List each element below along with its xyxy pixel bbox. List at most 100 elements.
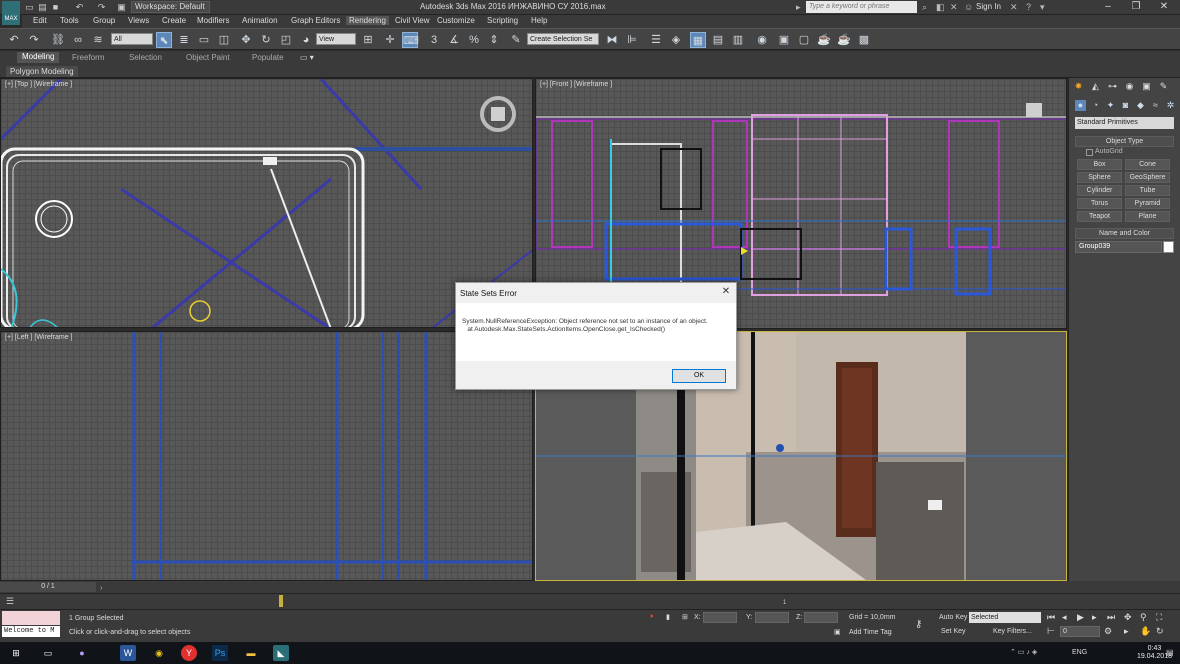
select-manipulate-icon[interactable]: ✛ [382,32,398,48]
rect-selection-icon[interactable]: ▭ [196,32,212,48]
tab-populate[interactable]: Populate [252,53,284,62]
add-time-tag[interactable]: Add Time Tag [849,629,892,636]
menu-rendering[interactable]: Rendering [346,16,389,25]
tray-icons[interactable]: ⌃ ▭ ♪ ◈ [1010,648,1037,656]
go-to-start-icon[interactable]: ⏮ [1047,612,1055,623]
help-dropdown-icon[interactable]: ▾ [1040,2,1045,13]
close-icon[interactable]: ✕ [1150,0,1178,14]
cylinder-button[interactable]: Cylinder [1077,185,1122,196]
undo-icon[interactable]: ↶ [74,2,85,13]
maxscript-mini-listener[interactable]: Welcome to M [2,626,60,637]
help-icon[interactable]: ? [1026,2,1031,12]
edit-named-sel-icon[interactable]: ✎ [508,32,524,48]
maxscript-listener-output[interactable] [2,611,60,625]
torus-button[interactable]: Torus [1077,198,1122,209]
yandex-browser-icon[interactable]: Y [181,645,197,661]
menu-scripting[interactable]: Scripting [487,16,518,25]
time-slider[interactable]: 0 / 1 [0,582,96,592]
new-file-icon[interactable]: ▭ [24,2,35,13]
time-tag-icon[interactable]: ▣ [834,628,841,636]
photoshop-icon[interactable]: Ps [212,645,228,661]
sphere-button[interactable]: Sphere [1077,172,1122,183]
go-to-end-icon[interactable]: ⏭ [1107,612,1115,623]
language-indicator[interactable]: ENG [1072,649,1087,656]
communication-icon[interactable]: ✕ [950,2,958,13]
object-type-rollout[interactable]: Object Type [1075,136,1174,147]
tab-modeling[interactable]: Modeling [17,52,60,63]
mini-curve-editor-icon[interactable]: ☰ [6,596,14,607]
primitive-type-dropdown[interactable]: Standard Primitives [1075,117,1174,129]
undo-icon[interactable]: ↶ [6,32,22,48]
bind-spacewarp-icon[interactable]: ≋ [90,32,106,48]
viewport-top-label[interactable]: [+] [Top ] [Wireframe ] [5,81,72,88]
subscription-icon[interactable]: ◧ [936,2,945,13]
viewport-left[interactable]: [+] [Left ] [Wireframe ] [0,331,533,581]
prev-frame-icon[interactable]: ◂ [1062,612,1067,623]
pivot-center-icon[interactable]: ⊞ [360,32,376,48]
menu-modifiers[interactable]: Modifiers [197,16,229,25]
link-icon[interactable]: ⛓ [50,32,66,48]
viewport-left-label[interactable]: [+] [Left ] [Wireframe ] [5,334,73,341]
redo-icon[interactable]: ↷ [96,2,107,13]
move-icon[interactable]: ✥ [238,32,254,48]
viewport-front-label[interactable]: [+] [Front ] [Wireframe ] [540,81,612,88]
app-purple-icon[interactable]: ● [74,645,90,661]
workspace-dropdown[interactable]: Workspace: Default [131,1,210,13]
absolute-mode-icon[interactable]: ⊞ [682,613,688,621]
menu-group[interactable]: Group [93,16,115,25]
plane-button[interactable]: Plane [1125,211,1170,222]
object-color-swatch[interactable] [1163,241,1174,253]
placement-icon[interactable]: ◕ [298,32,314,48]
rotate-icon[interactable]: ↻ [258,32,274,48]
tube-button[interactable]: Tube [1125,185,1170,196]
project-folder-icon[interactable]: ▣ [116,2,127,13]
cameras-icon[interactable]: ◙ [1120,100,1131,111]
close-icon[interactable]: ✕ [720,286,732,298]
file-explorer-icon[interactable]: ▬ [243,645,259,661]
angle-snap-icon[interactable]: ∡ [446,32,462,48]
isolate-selection-icon[interactable]: ♦ [650,613,654,620]
modify-tab-icon[interactable]: ◭ [1090,81,1101,92]
layer-explorer-icon[interactable]: ◈ [668,32,684,48]
spacewarps-icon[interactable]: ≈ [1150,100,1161,111]
menu-views[interactable]: Views [128,16,149,25]
ribbon-options-icon[interactable]: ▭ ▾ [300,53,314,62]
rendered-frame-icon[interactable]: ▢ [796,32,812,48]
zoom-icon[interactable]: ✥ [1124,612,1132,623]
teapot-button[interactable]: Teapot [1077,211,1122,222]
windows-start-icon[interactable]: ⊞ [8,645,24,661]
current-frame-field[interactable]: 0 [1060,626,1100,637]
helpers-icon[interactable]: ◆ [1135,100,1146,111]
orbit-icon[interactable]: ↻ [1156,626,1164,637]
schematic-view-icon[interactable]: ▥ [730,32,746,48]
display-tab-icon[interactable]: ▣ [1141,81,1152,92]
y-coord-field[interactable] [755,612,789,623]
play-icon[interactable]: ▶ [1077,612,1084,623]
user-icon[interactable]: ☺ [964,2,973,12]
tab-object-paint[interactable]: Object Paint [186,53,230,62]
named-selection-dropdown[interactable]: Create Selection Se [527,33,599,45]
selection-filter-dropdown[interactable]: All [111,33,153,45]
time-config-icon[interactable]: ⚙ [1104,626,1112,637]
motion-tab-icon[interactable]: ◉ [1124,81,1135,92]
percent-snap-icon[interactable]: % [466,32,482,48]
z-coord-field[interactable] [804,612,838,623]
utilities-tab-icon[interactable]: ✎ [1158,81,1169,92]
menu-graph-editors[interactable]: Graph Editors [291,16,340,25]
menu-edit[interactable]: Edit [33,16,47,25]
track-bar[interactable] [0,593,1180,609]
pyramid-button[interactable]: Pyramid [1125,198,1170,209]
tab-freeform[interactable]: Freeform [72,53,104,62]
redo-icon[interactable]: ↷ [26,32,42,48]
shapes-icon[interactable]: ◔ [1090,100,1101,111]
maximize-icon[interactable]: ❐ [1122,0,1150,14]
spinner-snap-icon[interactable]: ⇕ [486,32,502,48]
render-production-icon[interactable]: ☕ [816,32,832,48]
render-setup-icon[interactable]: ▣ [776,32,792,48]
scale-icon[interactable]: ◰ [278,32,294,48]
set-key-icon[interactable]: ⚷ [915,619,922,630]
menu-help[interactable]: Help [531,16,547,25]
next-frame-icon[interactable]: › [100,583,103,592]
key-mode-toggle-icon[interactable]: ⊢ [1047,626,1055,637]
autogrid-checkbox[interactable] [1086,149,1093,156]
